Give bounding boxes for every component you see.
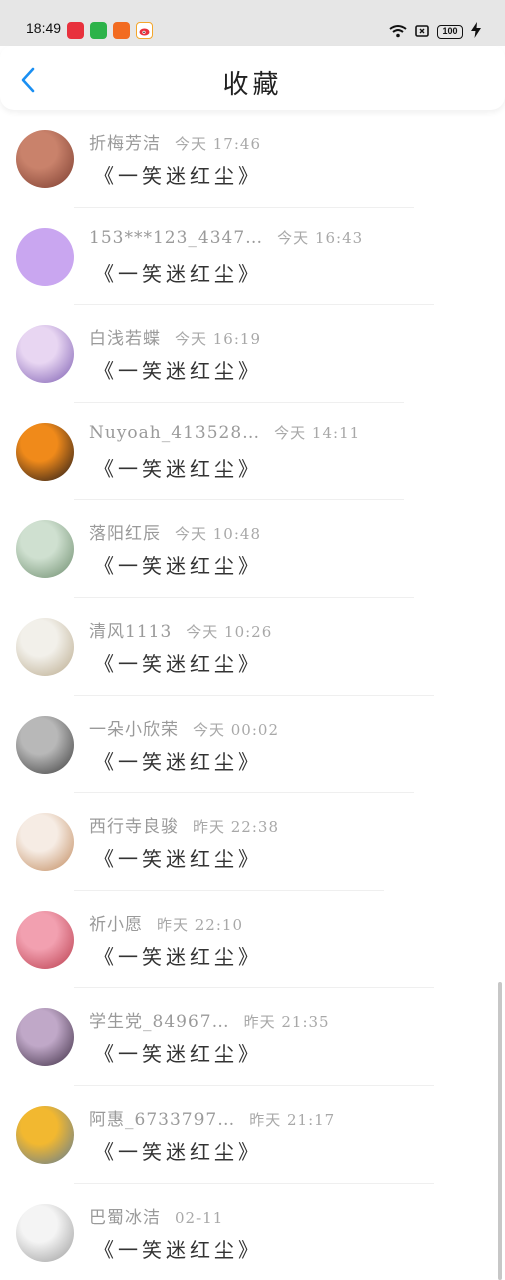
timestamp: 今天 16:43 (277, 228, 364, 247)
book-title[interactable]: 《一笑迷红尘》 (94, 550, 262, 579)
user-name[interactable]: 祈小愿 (89, 915, 143, 935)
user-name-line: 阿惠_6733797… 昨天 21:17 (89, 1105, 335, 1130)
user-avatar[interactable] (16, 813, 74, 872)
timestamp: 昨天 21:17 (249, 1111, 336, 1129)
battery-indicator: 100 (437, 25, 463, 39)
timestamp: 今天 00:02 (193, 720, 279, 739)
user-avatar[interactable] (16, 1203, 74, 1262)
user-name[interactable]: 折梅芳洁 (89, 134, 161, 154)
wifi-icon (389, 23, 407, 42)
status-indicators: 100 (389, 22, 481, 42)
favorite-list-item[interactable]: 阿惠_6733797… 昨天 21:17 《一笑迷红尘》 (0, 1086, 480, 1184)
user-avatar[interactable] (16, 1008, 74, 1067)
user-name-line: Nuyoah_413528… 今天 14:11 (89, 422, 360, 443)
scrollbar[interactable] (498, 982, 502, 1280)
timestamp: 昨天 22:38 (193, 818, 279, 837)
user-name-line: 西行寺良骏 昨天 22:38 (89, 812, 279, 837)
weibo-icon (136, 22, 153, 39)
user-name[interactable]: Nuyoah_413528… (89, 423, 260, 443)
user-name-line: 153***123_4347… 今天 16:43 (89, 227, 363, 248)
user-name[interactable]: 西行寺良骏 (89, 817, 179, 837)
favorite-list-item[interactable]: Nuyoah_413528… 今天 14:11 《一笑迷红尘》 (0, 403, 480, 501)
book-title[interactable]: 《一笑迷红尘》 (94, 941, 262, 970)
user-name-line: 学生党_84967… 昨天 21:35 (89, 1007, 330, 1032)
timestamp: 昨天 22:10 (157, 915, 243, 934)
green-app-icon (90, 22, 107, 39)
user-avatar[interactable] (16, 715, 74, 774)
favorite-list-item[interactable]: 清风1113 今天 10:26 《一笑迷红尘》 (0, 598, 480, 696)
red-app-icon (67, 22, 84, 39)
book-title[interactable]: 《一笑迷红尘》 (94, 1136, 262, 1165)
user-name-line: 祈小愿 昨天 22:10 (89, 910, 243, 935)
favorite-list-item[interactable]: 学生党_84967… 昨天 21:35 《一笑迷红尘》 (0, 988, 480, 1086)
user-avatar[interactable] (16, 910, 74, 969)
user-name[interactable]: 清风1113 (89, 622, 172, 642)
user-name[interactable]: 落阳红辰 (89, 524, 161, 544)
timestamp: 今天 17:46 (175, 135, 261, 153)
book-title[interactable]: 《一笑迷红尘》 (94, 258, 262, 287)
book-title[interactable]: 《一笑迷红尘》 (94, 453, 262, 482)
user-name-line: 折梅芳洁 今天 17:46 (89, 129, 261, 154)
timestamp: 02-11 (175, 1208, 224, 1227)
user-avatar[interactable] (16, 618, 74, 676)
user-avatar[interactable] (16, 227, 74, 286)
user-avatar[interactable] (16, 422, 74, 481)
status-time: 18:49 (26, 20, 62, 36)
user-avatar[interactable] (16, 130, 74, 188)
favorite-list-item[interactable]: 祈小愿 昨天 22:10 《一笑迷红尘》 (0, 891, 480, 989)
favorite-list-item[interactable]: 西行寺良骏 昨天 22:38 《一笑迷红尘》 (0, 793, 480, 891)
top-navigation-bar: 收藏 (0, 46, 505, 110)
timestamp: 今天 10:26 (186, 623, 273, 641)
status-bar: 18:49 100 (0, 0, 505, 46)
user-name-line: 一朵小欣荣 今天 00:02 (89, 715, 279, 740)
user-name[interactable]: 学生党_84967… (89, 1012, 230, 1032)
user-name-line: 落阳红辰 今天 10:48 (89, 519, 261, 544)
book-title[interactable]: 《一笑迷红尘》 (94, 160, 262, 189)
favorite-list-item[interactable]: 153***123_4347… 今天 16:43 《一笑迷红尘》 (0, 208, 480, 306)
user-avatar[interactable] (16, 325, 74, 384)
user-name-line: 巴蜀冰洁 02-11 (89, 1203, 223, 1228)
favorite-list-item[interactable]: 巴蜀冰洁 02-11 《一笑迷红尘》 (0, 1184, 480, 1280)
book-title[interactable]: 《一笑迷红尘》 (94, 843, 262, 872)
timestamp: 昨天 21:35 (243, 1013, 330, 1032)
timestamp: 今天 10:48 (175, 525, 261, 544)
book-title[interactable]: 《一笑迷红尘》 (94, 355, 262, 384)
timestamp: 今天 16:19 (175, 330, 261, 349)
user-name[interactable]: 巴蜀冰洁 (89, 1208, 161, 1228)
book-title[interactable]: 《一笑迷红尘》 (94, 746, 262, 775)
user-avatar[interactable] (16, 520, 74, 579)
favorite-list-item[interactable]: 白浅若蝶 今天 16:19 《一笑迷红尘》 (0, 305, 480, 403)
user-avatar[interactable] (16, 1106, 74, 1164)
page-title: 收藏 (222, 70, 283, 100)
user-name[interactable]: 153***123_4347… (89, 228, 263, 248)
sim-icon (415, 23, 429, 42)
favorite-list-item[interactable]: 落阳红辰 今天 10:48 《一笑迷红尘》 (0, 500, 480, 598)
book-title[interactable]: 《一笑迷红尘》 (94, 1038, 262, 1067)
book-title[interactable]: 《一笑迷红尘》 (94, 648, 262, 677)
favorite-list-item[interactable]: 折梅芳洁 今天 17:46 《一笑迷红尘》 (0, 110, 480, 208)
orange-app-icon (113, 22, 130, 39)
user-name[interactable]: 白浅若蝶 (89, 329, 161, 349)
user-name-line: 白浅若蝶 今天 16:19 (89, 324, 261, 349)
book-title[interactable]: 《一笑迷红尘》 (94, 1234, 262, 1263)
status-app-icons (67, 22, 153, 39)
user-name-line: 清风1113 今天 10:26 (89, 617, 272, 642)
user-name[interactable]: 一朵小欣荣 (89, 720, 179, 740)
charging-icon (471, 22, 481, 42)
timestamp: 今天 14:11 (274, 423, 361, 442)
favorite-list-item[interactable]: 一朵小欣荣 今天 00:02 《一笑迷红尘》 (0, 696, 480, 794)
user-name[interactable]: 阿惠_6733797… (89, 1110, 235, 1130)
